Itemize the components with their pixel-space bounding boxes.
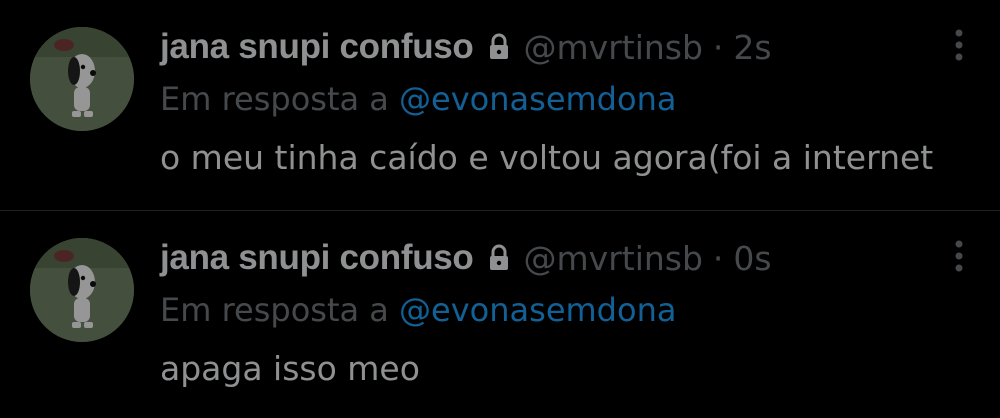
snoopy-avatar-icon xyxy=(30,27,134,131)
reply-mention-link[interactable]: @evonasemdona xyxy=(399,80,676,118)
author-handle[interactable]: @mvrtinsb xyxy=(524,239,703,278)
reply-prefix: Em resposta a xyxy=(160,80,389,118)
more-vertical-icon[interactable] xyxy=(954,28,964,62)
author-name[interactable]: jana snupi confuso xyxy=(160,27,474,67)
reply-mention-link[interactable]: @evonasemdona xyxy=(399,291,676,329)
separator-dot: · xyxy=(712,238,724,278)
reply-prefix: Em resposta a xyxy=(160,291,389,329)
tweet-header: jana snupi confuso @mvrtinsb · 2s xyxy=(160,22,772,72)
lock-icon xyxy=(488,244,510,272)
author-name[interactable]: jana snupi confuso xyxy=(160,238,474,278)
tweet-header: jana snupi confuso @mvrtinsb · 0s xyxy=(160,233,772,283)
tweet-item[interactable]: jana snupi confuso @mvrtinsb · 2s Em res… xyxy=(0,0,1000,210)
tweet-text: o meu tinha caído e voltou agora(foi a i… xyxy=(160,138,934,177)
timestamp[interactable]: 0s xyxy=(733,239,771,278)
author-handle[interactable]: @mvrtinsb xyxy=(524,28,703,67)
reply-context: Em resposta a @evonasemdona xyxy=(160,291,676,329)
tweet-item[interactable]: jana snupi confuso @mvrtinsb · 0s Em res… xyxy=(0,211,1000,418)
tweet-text: apaga isso meo xyxy=(160,349,420,388)
separator-dot: · xyxy=(712,27,724,67)
more-vertical-icon[interactable] xyxy=(954,239,964,273)
avatar[interactable] xyxy=(30,27,134,131)
snoopy-avatar-icon xyxy=(30,238,134,342)
timestamp[interactable]: 2s xyxy=(733,28,771,67)
lock-icon xyxy=(488,33,510,61)
avatar[interactable] xyxy=(30,238,134,342)
reply-context: Em resposta a @evonasemdona xyxy=(160,80,676,118)
